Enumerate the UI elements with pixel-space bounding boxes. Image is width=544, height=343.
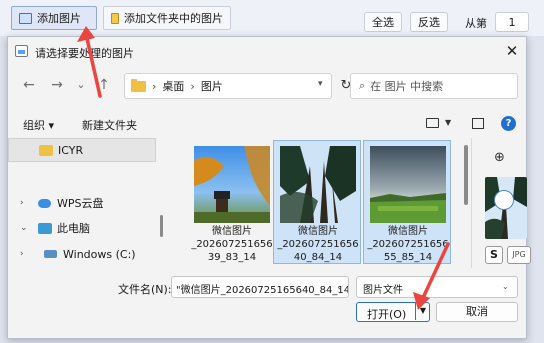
invert-selection-button[interactable]: 反选: [410, 12, 448, 32]
add-folder-button[interactable]: 添加文件夹中的图片: [103, 6, 231, 30]
navigation-bar: ← → ⌄ ↑ › 桌面 › 图片 ▾ ↻ ⌕ 在 图片 中搜索: [8, 67, 526, 105]
select-all-button[interactable]: 全选: [364, 12, 402, 32]
open-options-dropdown-icon[interactable]: ▼: [415, 303, 430, 320]
sidebar-item-label: ICYR: [58, 143, 84, 157]
address-bar[interactable]: › 桌面 › 图片: [124, 73, 332, 99]
address-dropdown-icon[interactable]: ▾: [318, 79, 323, 89]
filename-dropdown-icon[interactable]: ⌄: [336, 282, 343, 291]
dialog-title: 请选择要处理的图片: [35, 47, 134, 60]
from-label: 从第: [465, 17, 487, 30]
add-folder-label: 添加文件夹中的图片: [124, 12, 223, 25]
chevron-down-icon[interactable]: ⌄: [20, 223, 28, 233]
folder-icon: [131, 78, 146, 92]
file-name: 微信图片 _202607251656 40_84_14: [277, 226, 359, 263]
open-button-label: 打开(O): [367, 308, 407, 321]
file-open-dialog: 请选择要处理的图片 ✕ ← → ⌄ ↑ › 桌面 › 图片 ▾ ↻ ⌕ 在 图片…: [7, 36, 531, 339]
photo-thumbnail: [280, 146, 356, 223]
sidebar-item-label: WPS云盘: [57, 197, 104, 210]
chevron-right-icon[interactable]: ›: [20, 198, 24, 208]
breadcrumb-desktop[interactable]: 桌面: [162, 78, 184, 94]
folder-icon: [111, 12, 119, 24]
command-bar: 组织 ▾ 新建文件夹 ▼ ?: [8, 110, 526, 138]
preview-pane-icon[interactable]: [472, 118, 484, 129]
back-arrow-icon[interactable]: ←: [20, 76, 38, 94]
image-icon: [19, 12, 32, 24]
computer-icon: [38, 222, 52, 234]
breadcrumb-separator: ›: [190, 79, 195, 93]
file-tile-selected[interactable]: 微信图片 _202607251656 40_84_14: [273, 140, 361, 264]
search-placeholder: 在 图片 中搜索: [370, 80, 444, 93]
cancel-button[interactable]: 取消: [436, 302, 518, 322]
dialog-titlebar: 请选择要处理的图片 ✕: [8, 37, 526, 67]
organize-menu[interactable]: 组织 ▾: [23, 117, 54, 133]
picture-icon: [15, 45, 28, 57]
file-name: 微信图片 _202607251656 39_83_14: [191, 226, 273, 263]
file-name: 微信图片 _202607251656 55_85_14: [367, 226, 449, 263]
close-icon[interactable]: ✕: [502, 41, 522, 61]
add-image-button[interactable]: 添加图片: [11, 6, 97, 30]
view-dropdown-icon[interactable]: ▼: [445, 118, 451, 127]
navigation-pane: ICYR › WPS云盘 ⌄ 此电脑 › Windows (C:): [8, 138, 158, 268]
scan-icon[interactable]: [494, 190, 514, 210]
sidebar-item-this-pc[interactable]: ⌄ 此电脑: [8, 216, 156, 240]
photo-thumbnail: [194, 146, 270, 223]
sidebar-item-icyr[interactable]: ICYR: [8, 138, 156, 162]
breadcrumb-pictures[interactable]: 图片: [201, 78, 223, 94]
sidebar-item-windows-c[interactable]: › Windows (C:): [8, 242, 156, 266]
photo-thumbnail: [370, 146, 446, 223]
chevron-right-icon[interactable]: ›: [20, 249, 24, 259]
file-tile[interactable]: 微信图片 _202607251656 39_83_14: [187, 140, 275, 264]
zoom-in-icon[interactable]: ⊕: [494, 150, 505, 165]
search-icon: ⌕: [359, 79, 366, 92]
filetype-dropdown-icon[interactable]: ⌄: [502, 282, 509, 291]
file-tile-selected[interactable]: 微信图片 _202607251656 55_85_14: [363, 140, 451, 264]
add-image-label: 添加图片: [37, 12, 81, 25]
file-thumbnail: [194, 146, 270, 223]
s-app-icon[interactable]: S: [485, 246, 503, 264]
sidebar-item-label: 此电脑: [57, 222, 90, 235]
cloud-icon: [38, 198, 51, 208]
folder-icon: [39, 144, 53, 156]
file-list-scrollbar[interactable]: [464, 145, 468, 205]
search-input[interactable]: ⌕ 在 图片 中搜索: [350, 73, 518, 99]
filetype-select[interactable]: 图片文件: [356, 276, 518, 298]
page-number-input[interactable]: 1: [495, 12, 529, 32]
filename-input[interactable]: "微信图片_20260725165640_84_14: [171, 276, 349, 298]
sidebar-item-label: Windows (C:): [63, 247, 136, 261]
jpg-format-icon: JPG: [507, 246, 531, 264]
sidebar-item-wps-cloud[interactable]: › WPS云盘: [8, 191, 156, 215]
view-mode-icon[interactable]: [426, 118, 439, 128]
up-arrow-icon[interactable]: ↑: [95, 76, 113, 94]
file-thumbnail: [280, 146, 356, 223]
drive-icon: [44, 250, 57, 258]
breadcrumb-separator: ›: [152, 79, 157, 93]
sidebar-scrollbar[interactable]: [160, 215, 163, 237]
forward-arrow-icon[interactable]: →: [48, 76, 66, 94]
recent-locations-chevron-icon[interactable]: ⌄: [72, 76, 90, 94]
new-folder-button[interactable]: 新建文件夹: [82, 117, 137, 133]
app-toolbar: 添加图片 添加文件夹中的图片 全选 反选 从第 1: [0, 0, 544, 36]
help-icon[interactable]: ?: [501, 116, 516, 131]
file-thumbnail: [370, 146, 446, 223]
preview-pane: ⊕ S JPG: [471, 138, 531, 268]
filename-label: 文件名(N):: [118, 283, 172, 296]
open-button[interactable]: 打开(O) ▼: [356, 302, 430, 322]
